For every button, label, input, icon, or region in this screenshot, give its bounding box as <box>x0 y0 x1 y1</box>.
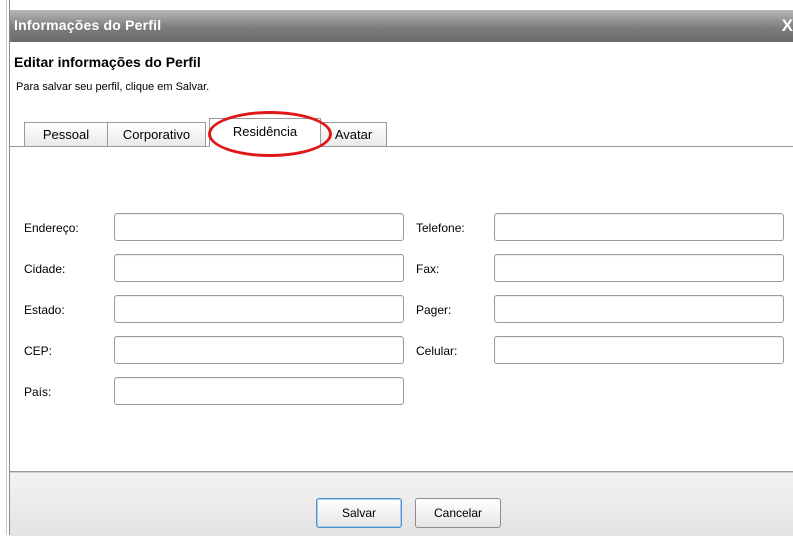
tab-label: Residência <box>232 124 298 139</box>
title-bar[interactable]: Informações do Perfil X <box>10 10 793 42</box>
pager-label: Pager: <box>416 303 452 317</box>
button-bar: Salvar Cancelar <box>10 472 793 536</box>
save-button[interactable]: Salvar <box>316 498 402 528</box>
tab-residencia[interactable]: Residência <box>209 118 321 147</box>
fax-field[interactable] <box>494 254 784 282</box>
phone-label: Telefone: <box>416 221 465 235</box>
city-field[interactable] <box>114 254 404 282</box>
close-icon[interactable]: X <box>777 16 793 36</box>
mobile-label: Celular: <box>416 344 458 358</box>
mobile-field[interactable] <box>494 336 784 364</box>
country-label: País: <box>24 385 52 399</box>
state-label: Estado: <box>24 303 65 317</box>
tab-avatar[interactable]: Avatar <box>320 122 387 146</box>
tab-corporativo[interactable]: Corporativo <box>107 122 206 146</box>
state-field[interactable] <box>114 295 404 323</box>
header-area: Editar informações do Perfil Para salvar… <box>10 42 793 104</box>
window-left-edge <box>0 0 10 535</box>
page-title: Editar informações do Perfil <box>14 54 201 70</box>
city-label: Cidade: <box>24 262 66 276</box>
tab-label: Pessoal <box>42 127 90 142</box>
residence-panel: Endereço: Cidade: Estado: CEP: País: Tel… <box>10 147 793 472</box>
zip-label: CEP: <box>24 344 53 358</box>
address-field[interactable] <box>114 213 404 241</box>
cancel-button[interactable]: Cancelar <box>415 498 501 528</box>
fax-label: Fax: <box>416 262 440 276</box>
profile-dialog: Informações do Perfil X Editar informaçõ… <box>10 0 793 536</box>
zip-field[interactable] <box>114 336 404 364</box>
instructions-text: Para salvar seu perfil, clique em Salvar… <box>16 81 210 93</box>
country-field[interactable] <box>114 377 404 405</box>
pager-field[interactable] <box>494 295 784 323</box>
tab-label: Avatar <box>334 127 373 142</box>
window-title: Informações do Perfil <box>14 17 162 33</box>
address-label: Endereço: <box>24 221 79 235</box>
phone-field[interactable] <box>494 213 784 241</box>
tab-pessoal[interactable]: Pessoal <box>24 122 108 146</box>
edge-line <box>6 0 7 535</box>
tab-label: Corporativo <box>122 127 191 142</box>
tab-bar: Pessoal Corporativo Residência Avatar <box>10 104 793 147</box>
